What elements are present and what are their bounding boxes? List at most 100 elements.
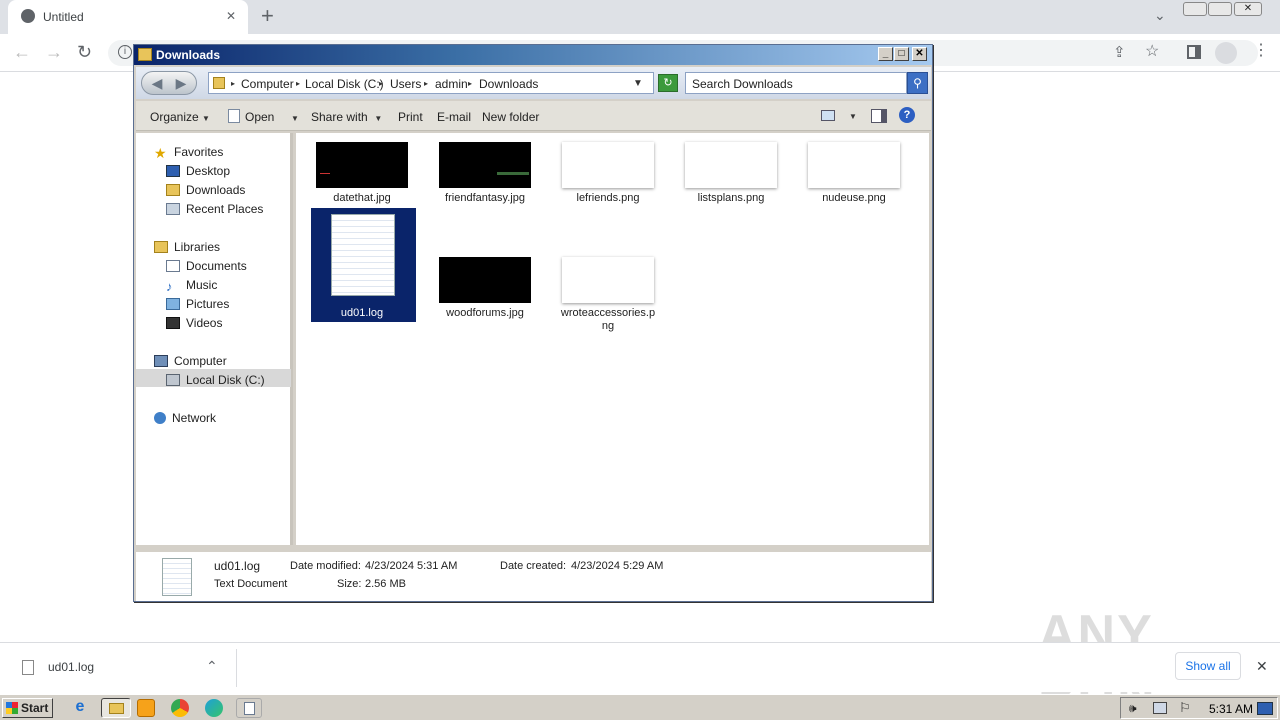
breadcrumb[interactable]: ▸ Computer ▸ Local Disk (C:) ▸ Users ▸ a… <box>208 72 654 94</box>
action-center-flag-icon[interactable]: ⚐ <box>1179 700 1191 716</box>
nav-libraries[interactable]: Libraries <box>154 240 220 254</box>
download-file-name[interactable]: ud01.log <box>48 660 94 674</box>
show-all-button[interactable]: Show all <box>1175 652 1241 680</box>
show-desktop-icon[interactable] <box>1257 702 1273 715</box>
chevron-up-icon[interactable]: ⌃ <box>206 658 218 675</box>
address-dropdown-icon[interactable]: ▼ <box>633 78 643 89</box>
profile-avatar[interactable] <box>1215 42 1237 64</box>
close-tab-icon[interactable]: ✕ <box>226 9 236 23</box>
crumb-users[interactable]: Users <box>390 77 421 91</box>
ie-icon[interactable]: e <box>69 698 91 718</box>
nav-downloads[interactable]: Downloads <box>166 183 245 197</box>
refresh-button[interactable]: ↻ <box>658 74 678 92</box>
search-placeholder: Search Downloads <box>692 77 793 91</box>
crumb-computer[interactable]: Computer <box>241 77 294 91</box>
view-icon[interactable] <box>821 110 835 121</box>
folder-icon <box>138 48 152 61</box>
nav-buttons: ◀ ▶ <box>141 71 197 95</box>
network-tray-icon[interactable] <box>1153 702 1167 714</box>
nav-desktop[interactable]: Desktop <box>166 164 230 178</box>
back-button[interactable]: ◀ <box>148 76 166 90</box>
detail-created-value: 4/23/2024 5:29 AM <box>571 560 664 572</box>
minimize-browser-icon[interactable] <box>1183 2 1207 16</box>
forward-icon[interactable]: → <box>45 43 63 61</box>
thumbnail-dark[interactable] <box>439 257 531 303</box>
crumb-local-disk[interactable]: Local Disk (C:) <box>305 77 384 91</box>
share-icon[interactable]: ⇪ <box>1113 44 1126 62</box>
file-name[interactable]: wroteaccessories.png <box>558 307 658 333</box>
nav-local-disk[interactable]: Local Disk (C:) <box>166 373 265 387</box>
document-icon <box>228 109 240 123</box>
reload-icon[interactable]: ↻ <box>77 43 92 61</box>
explorer-window: Downloads _ □ ✕ ◀ ▶ ▸ Computer ▸ Local D… <box>133 44 933 602</box>
view-dropdown-icon[interactable]: ▼ <box>849 112 857 121</box>
computer-icon <box>154 355 168 367</box>
nav-network[interactable]: Network <box>154 411 216 425</box>
detail-file-type: Text Document <box>214 578 288 590</box>
disk-icon <box>166 374 180 386</box>
crumb-downloads[interactable]: Downloads <box>479 77 538 91</box>
file-name[interactable]: woodforums.jpg <box>435 307 535 320</box>
file-name[interactable]: nudeuse.png <box>804 192 904 205</box>
navigation-pane: ★ Favorites Desktop Downloads Recent Plac… <box>136 133 293 545</box>
tab-untitled[interactable]: Untitled ✕ <box>8 0 248 34</box>
close-browser-icon[interactable]: ✕ <box>1234 2 1262 16</box>
file-name[interactable]: friendfantasy.jpg <box>435 192 535 205</box>
preview-pane-icon[interactable] <box>871 109 887 123</box>
folder-icon <box>213 77 225 89</box>
menu-icon[interactable]: ⋮ <box>1253 42 1269 60</box>
close-button[interactable]: ✕ <box>912 47 927 61</box>
documents-icon <box>166 260 180 272</box>
file-name[interactable]: listsplans.png <box>681 192 781 205</box>
nav-documents[interactable]: Documents <box>166 259 247 273</box>
search-input[interactable]: Search Downloads <box>685 72 907 94</box>
thumbnail-dark[interactable] <box>316 142 408 188</box>
star-icon[interactable]: ☆ <box>1145 43 1159 61</box>
thumbnail-light[interactable] <box>685 142 777 188</box>
close-shelf-icon[interactable]: ✕ <box>1256 658 1268 675</box>
volume-icon[interactable]: 🕪 <box>1129 701 1137 716</box>
nav-favorites[interactable]: ★ Favorites <box>154 145 223 162</box>
libraries-icon <box>154 241 168 253</box>
file-name[interactable]: datethat.jpg <box>312 192 412 205</box>
media-player-icon[interactable] <box>137 699 155 717</box>
thumbnail-dark[interactable] <box>439 142 531 188</box>
text-document-icon <box>162 558 192 596</box>
notepad-icon[interactable] <box>236 698 262 718</box>
file-name[interactable]: lefriends.png <box>558 192 658 205</box>
new-folder-button[interactable]: New folder <box>482 110 539 124</box>
thumbnail-light[interactable] <box>808 142 900 188</box>
nav-videos[interactable]: Videos <box>166 316 222 330</box>
forward-button[interactable]: ▶ <box>172 76 190 90</box>
thumbnail-light[interactable] <box>562 142 654 188</box>
print-button[interactable]: Print <box>398 110 423 124</box>
back-icon[interactable]: ← <box>13 43 31 61</box>
new-tab-button[interactable]: + <box>261 5 274 27</box>
info-icon[interactable]: i <box>118 45 132 59</box>
nav-recent-places[interactable]: Recent Places <box>166 202 263 216</box>
download-shelf: ud01.log ⌃ ✕ <box>0 642 1280 692</box>
crumb-admin[interactable]: admin <box>435 77 468 91</box>
edge-icon[interactable] <box>205 699 223 717</box>
title-bar[interactable]: Downloads _ □ ✕ <box>134 45 932 65</box>
maximize-button[interactable]: □ <box>894 47 909 61</box>
chrome-icon[interactable] <box>171 699 189 717</box>
clock[interactable]: 5:31 AM <box>1209 702 1253 716</box>
file-name[interactable]: ud01.log <box>312 307 412 320</box>
email-button[interactable]: E-mail <box>437 110 471 124</box>
nav-music[interactable]: ♪ Music <box>166 278 217 294</box>
nav-computer[interactable]: Computer <box>154 354 227 368</box>
search-icon[interactable]: ⚲ <box>907 72 928 94</box>
organize-button[interactable]: Organize ▼ <box>150 110 210 124</box>
restore-browser-icon[interactable] <box>1208 2 1232 16</box>
thumbnail-light[interactable] <box>562 257 654 303</box>
minimize-button[interactable]: _ <box>878 47 893 61</box>
explorer-task-icon[interactable] <box>101 698 131 718</box>
open-button[interactable]: Open ▼ <box>245 110 299 124</box>
tab-search-icon[interactable]: ⌄ <box>1154 6 1166 24</box>
share-with-button[interactable]: Share with ▼ <box>311 110 382 124</box>
help-icon[interactable]: ? <box>899 107 915 123</box>
side-panel-icon[interactable] <box>1187 45 1201 59</box>
nav-pictures[interactable]: Pictures <box>166 297 229 311</box>
text-document-icon[interactable] <box>331 214 395 296</box>
